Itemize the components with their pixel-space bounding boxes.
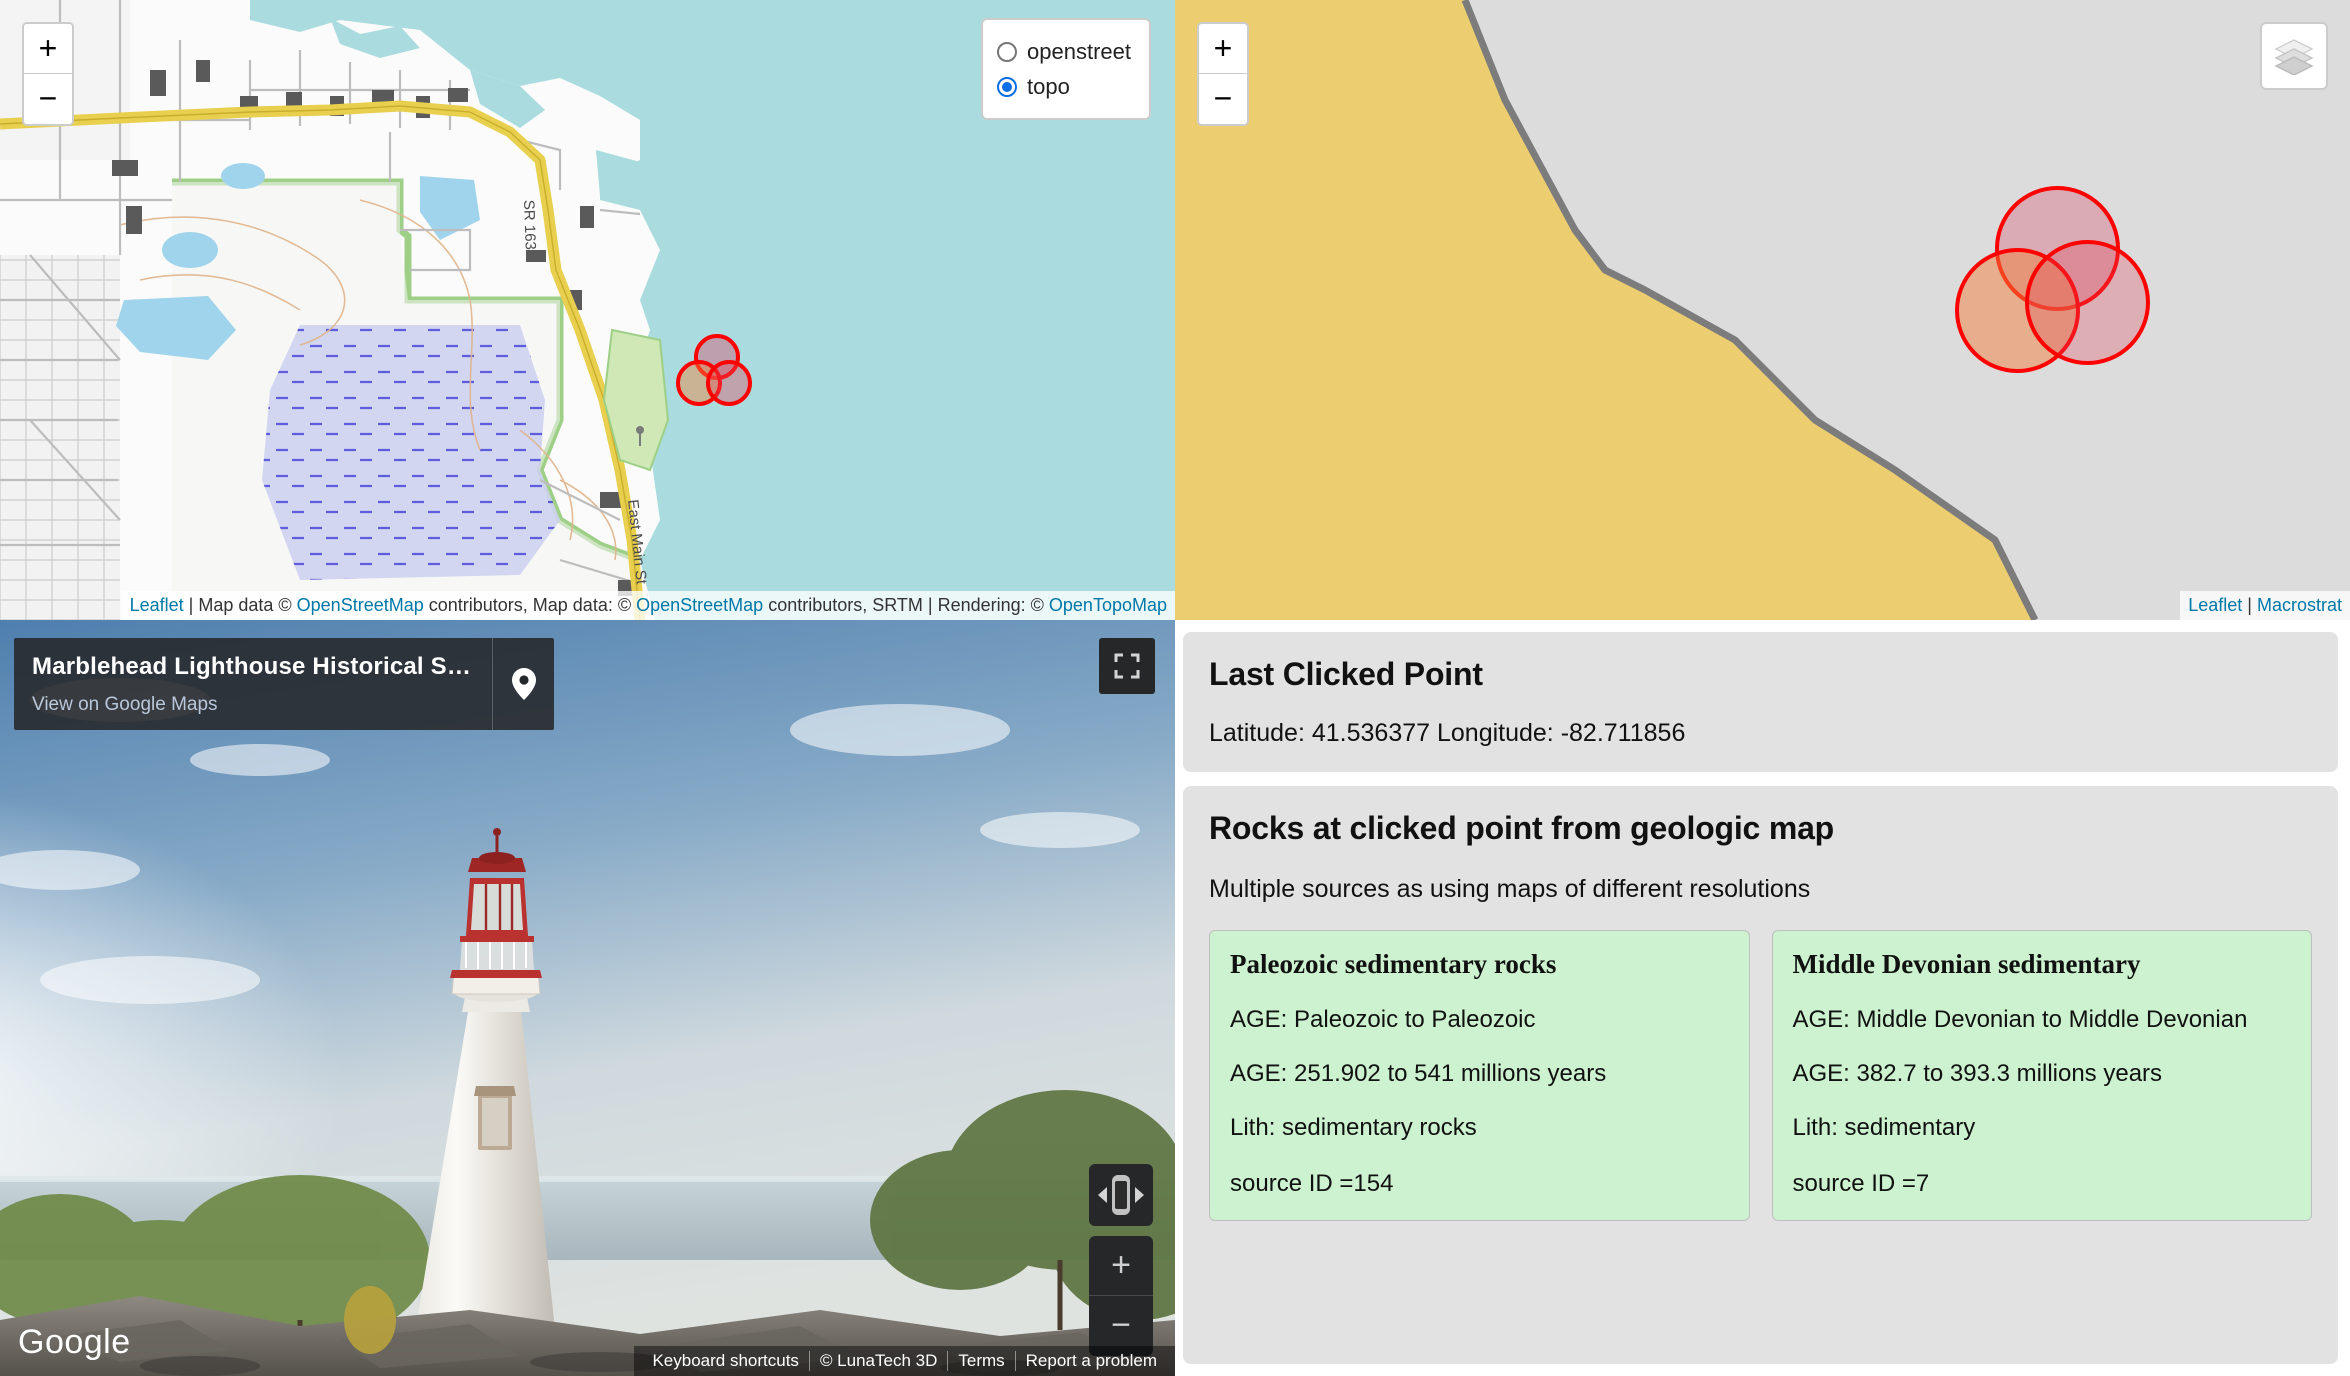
rock-result-item[interactable]: Paleozoic sedimentary rocks AGE: Paleozo… xyxy=(1209,930,1750,1221)
layer-option-openstreet-label: openstreet xyxy=(1027,39,1131,64)
rock-age-text: AGE: Paleozoic to Paleozoic xyxy=(1230,1006,1536,1033)
rocks-card: Rocks at clicked point from geologic map… xyxy=(1183,786,2338,1364)
keyboard-shortcuts-link[interactable]: Keyboard shortcuts xyxy=(642,1351,808,1371)
leaflet-link[interactable]: Leaflet xyxy=(130,595,184,615)
street-view-info-card[interactable]: Marblehead Lighthouse Historical Society… xyxy=(14,638,554,730)
view-on-google-maps-link[interactable]: View on Google Maps xyxy=(32,694,218,716)
rocks-heading: Rocks at clicked point from geologic map xyxy=(1209,810,1835,846)
rock-source-id: source ID =7 xyxy=(1792,1170,1930,1197)
street-view-photo[interactable] xyxy=(0,620,1175,1376)
rock-name: Middle Devonian sedimentary xyxy=(1792,949,2141,979)
attr-sep1: | Map data © xyxy=(183,594,297,615)
rocks-subtitle: Multiple sources as using maps of differ… xyxy=(1209,875,1811,903)
last-clicked-point-heading: Last Clicked Point xyxy=(1209,656,1483,692)
last-clicked-point-card: Last Clicked Point Latitude: 41.536377 L… xyxy=(1183,632,2338,772)
pan-control-icon xyxy=(1098,1175,1144,1215)
rock-name: Paleozoic sedimentary rocks xyxy=(1230,949,1557,979)
rock-results-grid: Paleozoic sedimentary rocks AGE: Paleozo… xyxy=(1209,930,2312,1221)
attr-mid2: contributors, SRTM | Rendering: © xyxy=(763,594,1049,615)
geologic-map-canvas[interactable] xyxy=(1175,0,2350,620)
geo-zoom-control[interactable]: + − xyxy=(1197,22,1249,126)
road-label-sr163: SR 163 xyxy=(520,200,539,251)
copyright-label: © LunaTech 3D xyxy=(808,1351,947,1371)
geologic-map-panel[interactable]: + − Leaflet | Macrostrat xyxy=(1175,0,2350,620)
street-view-title: Marblehead Lighthouse Historical Society… xyxy=(32,653,476,680)
wetland-area xyxy=(262,325,560,580)
rock-lithology: Lith: sedimentary rocks xyxy=(1230,1114,1477,1141)
topo-zoom-control[interactable]: + − xyxy=(22,22,74,126)
terms-link[interactable]: Terms xyxy=(947,1351,1014,1371)
geo-attribution: Leaflet | Macrostrat xyxy=(2180,590,2350,620)
geology-explorer-app: SR 163 East Main St + − openstreet topo … xyxy=(0,0,2350,1376)
info-panel: Last Clicked Point Latitude: 41.536377 L… xyxy=(1175,620,2350,1376)
rock-result-item[interactable]: Middle Devonian sedimentary AGE: Middle … xyxy=(1771,930,2312,1221)
radio-topo-icon[interactable] xyxy=(997,76,1018,97)
geo-leaflet-link[interactable]: Leaflet xyxy=(2188,595,2242,615)
fullscreen-icon xyxy=(1114,653,1140,679)
marker-circle-3 xyxy=(706,360,752,406)
topo-layer-control[interactable]: openstreet topo xyxy=(981,18,1151,121)
street-view-panel[interactable]: Marblehead Lighthouse Historical Society… xyxy=(0,620,1175,1376)
coordinates-text: Latitude: 41.536377 Longitude: -82.71185… xyxy=(1209,719,1686,747)
topo-map-panel[interactable]: SR 163 East Main St + − openstreet topo … xyxy=(0,0,1175,620)
street-view-zoom-in-button[interactable]: + xyxy=(1089,1236,1153,1296)
geo-attr-sep: | xyxy=(2242,594,2257,615)
layer-option-topo-label: topo xyxy=(1027,74,1070,100)
geo-layers-control[interactable] xyxy=(2260,22,2328,90)
fullscreen-button[interactable] xyxy=(1099,638,1155,694)
street-view-zoom-control[interactable]: + − xyxy=(1089,1236,1153,1356)
rock-age-numeric: AGE: 251.902 to 541 millions years xyxy=(1230,1060,1607,1087)
report-problem-link[interactable]: Report a problem xyxy=(1014,1351,1167,1371)
attr-mid: contributors, Map data: © xyxy=(423,594,637,615)
geo-marker-circle-3 xyxy=(2025,240,2150,365)
layers-icon xyxy=(2274,39,2314,75)
map-pin-button[interactable] xyxy=(492,638,554,730)
osm-link-1[interactable]: OpenStreetMap xyxy=(297,595,424,615)
radio-openstreet-icon[interactable] xyxy=(997,41,1018,62)
map-pin-icon xyxy=(511,668,536,700)
layer-option-openstreet[interactable]: openstreet xyxy=(997,34,1131,69)
topo-zoom-out-button[interactable]: − xyxy=(24,74,72,124)
topo-attribution: Leaflet | Map data © OpenStreetMap contr… xyxy=(121,590,1175,620)
osm-link-2[interactable]: OpenStreetMap xyxy=(636,595,763,615)
geo-zoom-in-button[interactable]: + xyxy=(1199,24,1247,74)
opentopomap-link[interactable]: OpenTopoMap xyxy=(1049,595,1167,615)
street-view-footer: Keyboard shortcuts © LunaTech 3D Terms R… xyxy=(634,1346,1175,1376)
street-view-pan-control[interactable] xyxy=(1089,1164,1153,1226)
rock-age-text: AGE: Middle Devonian to Middle Devonian xyxy=(1792,1006,2248,1033)
macrostrat-link[interactable]: Macrostrat xyxy=(2257,595,2342,615)
layer-option-topo[interactable]: topo xyxy=(997,69,1131,104)
street-view-info-text: Marblehead Lighthouse Historical Society… xyxy=(14,638,492,730)
rock-age-numeric: AGE: 382.7 to 393.3 millions years xyxy=(1792,1060,2163,1087)
topo-zoom-in-button[interactable]: + xyxy=(24,24,72,74)
geo-zoom-out-button[interactable]: − xyxy=(1199,74,1247,124)
rock-lithology: Lith: sedimentary xyxy=(1792,1114,1976,1141)
google-logo: Google xyxy=(18,1323,131,1361)
rock-source-id: source ID =154 xyxy=(1230,1170,1394,1197)
